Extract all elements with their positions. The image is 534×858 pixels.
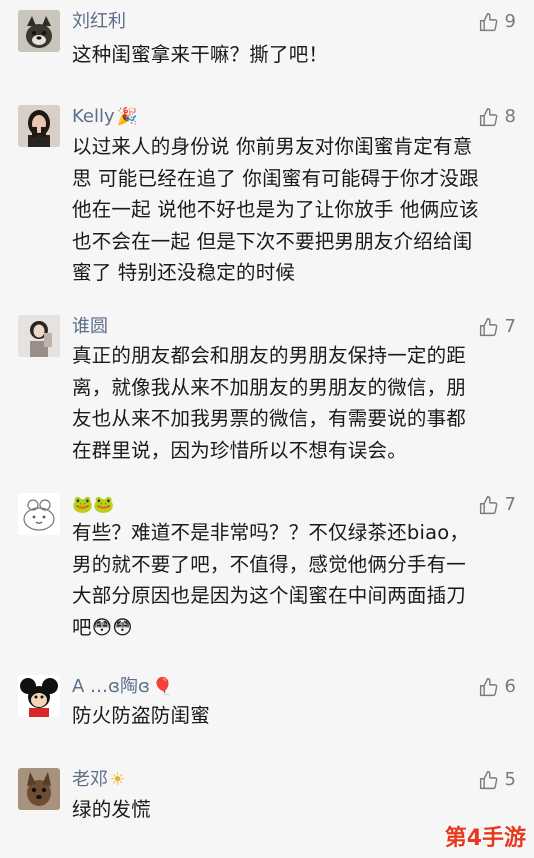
like-count: 6 [504, 676, 516, 697]
commenter-name[interactable]: 刘红利 [72, 10, 126, 34]
like-button[interactable]: 8 [478, 105, 516, 129]
sun-icon: ☀ [110, 770, 126, 790]
site-watermark: 第4手游 [444, 826, 526, 851]
comment-text: 防火防盗防闺蜜 [72, 704, 210, 727]
like-count: 9 [504, 11, 516, 32]
balloon-icon: 🎈 [151, 677, 174, 697]
like-button[interactable]: 7 [478, 493, 516, 517]
like-count: 5 [504, 769, 516, 790]
thumbs-up-icon [479, 12, 497, 31]
like-count: 8 [504, 106, 516, 127]
commenter-name[interactable]: 🐸🐸 [72, 493, 114, 517]
cartoon-avatar[interactable] [18, 493, 60, 535]
comment-text: 这种闺蜜拿来干嘛？撕了吧！ [72, 43, 329, 66]
thumbs-up-icon [479, 495, 497, 514]
thumbs-up-icon [479, 677, 497, 696]
name-text[interactable]: 刘红利 [72, 11, 126, 32]
like-button[interactable]: 9 [478, 10, 516, 34]
frog-icon: 🐸🐸 [72, 495, 115, 515]
commenter-name[interactable]: 谁圆 [72, 315, 108, 339]
party-popper-icon: 🎉 [116, 107, 138, 127]
dog2-avatar[interactable] [18, 768, 60, 810]
name-text[interactable]: 老邓 [72, 769, 108, 790]
girl-avatar[interactable] [18, 315, 60, 357]
name-text[interactable]: A …ɞ陶ɞ [72, 676, 150, 697]
name-text[interactable]: Kelly [72, 106, 115, 127]
like-count: 7 [504, 316, 516, 337]
comment-text: 以过来人的身份说 你前男友对你闺蜜肯定有意 思 可能已经在追了 你闺蜜有可能碍于… [72, 135, 479, 284]
comment-text: 绿的发慌 [72, 798, 151, 821]
like-button[interactable]: 5 [478, 768, 516, 792]
thumbs-up-icon [479, 770, 497, 789]
like-button[interactable]: 7 [478, 315, 516, 339]
thumbs-up-icon [479, 107, 497, 126]
comment-text: 有些？难道不是非常吗？？不仅绿茶还biao， 男的就不要了吧，不值得，感觉他俩分… [72, 517, 504, 643]
like-button[interactable]: 6 [478, 675, 516, 699]
mouse-avatar[interactable] [18, 675, 60, 717]
dog-avatar[interactable] [18, 10, 60, 52]
flushed-face-icon: 😳😳 [91, 615, 133, 639]
like-count: 7 [504, 494, 516, 515]
name-text[interactable]: 谁圆 [72, 316, 108, 337]
commenter-name[interactable]: Kelly 🎉 [72, 105, 138, 129]
commenter-name[interactable]: A …ɞ陶ɞ 🎈 [72, 675, 173, 699]
comment-text: 真正的朋友都会和朋友的男朋友保持一定的距 离，就像我从来不加朋友的男朋友的微信，… [72, 344, 467, 462]
thumbs-up-icon [479, 317, 497, 336]
woman-avatar[interactable] [18, 105, 60, 147]
commenter-name[interactable]: 老邓 ☀ [72, 768, 125, 792]
